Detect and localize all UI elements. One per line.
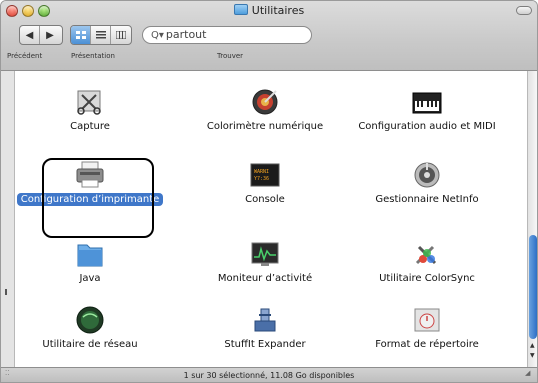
finder-window: Utilitaires ◀ ▶ Q▾ partout Précédent Pré… [0,0,538,383]
svg-text:WARNI: WARNI [254,169,269,175]
item-label: StuffIt Expander [224,339,306,350]
icon-grid: Capture Colorimètre numérique Configurat… [15,71,527,367]
window-title-text: Utilitaires [251,4,305,17]
directory-format-icon [414,308,440,332]
icon-grid-icon [75,31,86,39]
view-switcher [70,25,132,45]
search-input[interactable]: Q▾ partout [142,26,312,44]
capture-scissors-icon [77,90,101,115]
grip-icon: ⁚⁚ [5,369,10,377]
item-label: Console [245,194,285,205]
item-label: Capture [70,121,110,132]
item-moniteur[interactable]: Moniteur d’activité [190,239,340,299]
back-button[interactable]: ◀ [20,26,40,44]
status-text: 1 sur 30 sélectionné, 11.08 Go disponibl… [183,371,355,380]
midi-keyboard-icon [412,92,442,114]
column-view-button[interactable] [111,26,131,44]
item-label: Java [79,273,101,284]
activity-monitor-icon [251,242,279,266]
search-label: Trouver [217,52,244,60]
left-edge [1,71,15,367]
console-icon: WARNI Y7:36 [250,163,280,187]
title-toolbar-area: Utilitaires ◀ ▶ Q▾ partout Précédent Pré… [1,1,537,71]
columns-icon [116,31,126,39]
icon-view-button[interactable] [71,26,91,44]
item-capture[interactable]: Capture [15,87,165,147]
back-label: Précédent [7,52,43,60]
vertical-scrollbar[interactable]: ▲ ▼ [527,71,537,367]
item-label: Utilitaire de réseau [42,339,138,350]
item-colorsync[interactable]: Utilitaire ColorSync [352,239,502,299]
window-title: Utilitaires [1,4,537,17]
scroll-thumb[interactable] [529,235,537,339]
item-label: Gestionnaire NetInfo [375,194,479,205]
netinfo-icon [414,162,440,188]
scroll-down-icon[interactable]: ▼ [530,352,535,359]
item-label: Format de répertoire [375,339,479,350]
search-icon: Q▾ [151,30,164,41]
search-value: partout [165,28,207,41]
view-label: Présentation [71,52,115,60]
toolbar-toggle-button[interactable] [516,6,532,15]
folder-icon [233,4,248,15]
list-view-button[interactable] [91,26,111,44]
svg-text:Y7:36: Y7:36 [254,176,269,182]
item-colorimetre[interactable]: Colorimètre numérique [190,87,340,147]
item-format-repertoire[interactable]: Format de répertoire [352,305,502,365]
forward-button[interactable]: ▶ [40,26,60,44]
list-icon [95,31,106,39]
selection-highlight-ring [42,158,154,238]
item-label: Configuration audio et MIDI [358,121,496,132]
item-console[interactable]: WARNI Y7:36 Console [190,160,340,220]
item-netinfo[interactable]: Gestionnaire NetInfo [352,160,502,220]
java-folder-icon [77,244,103,267]
nav-buttons: ◀ ▶ [19,25,63,45]
stuffit-icon [254,308,276,332]
resize-grip-icon[interactable]: ◢ [525,369,530,377]
color-meter-icon [252,89,278,115]
item-label: Utilitaire ColorSync [379,273,475,284]
item-stuffit[interactable]: StuffIt Expander [190,305,340,365]
colorsync-icon [415,245,437,265]
item-audio-midi[interactable]: Configuration audio et MIDI [352,87,502,147]
item-label: Colorimètre numérique [206,121,324,132]
item-java[interactable]: Java [15,239,165,299]
scroll-up-icon[interactable]: ▲ [530,342,535,349]
network-utility-icon [76,306,104,334]
item-utilitaire-reseau[interactable]: Utilitaire de réseau [15,305,165,365]
status-bar: 1 sur 30 sélectionné, 11.08 Go disponibl… [1,367,537,382]
item-label: Moniteur d’activité [217,273,313,284]
